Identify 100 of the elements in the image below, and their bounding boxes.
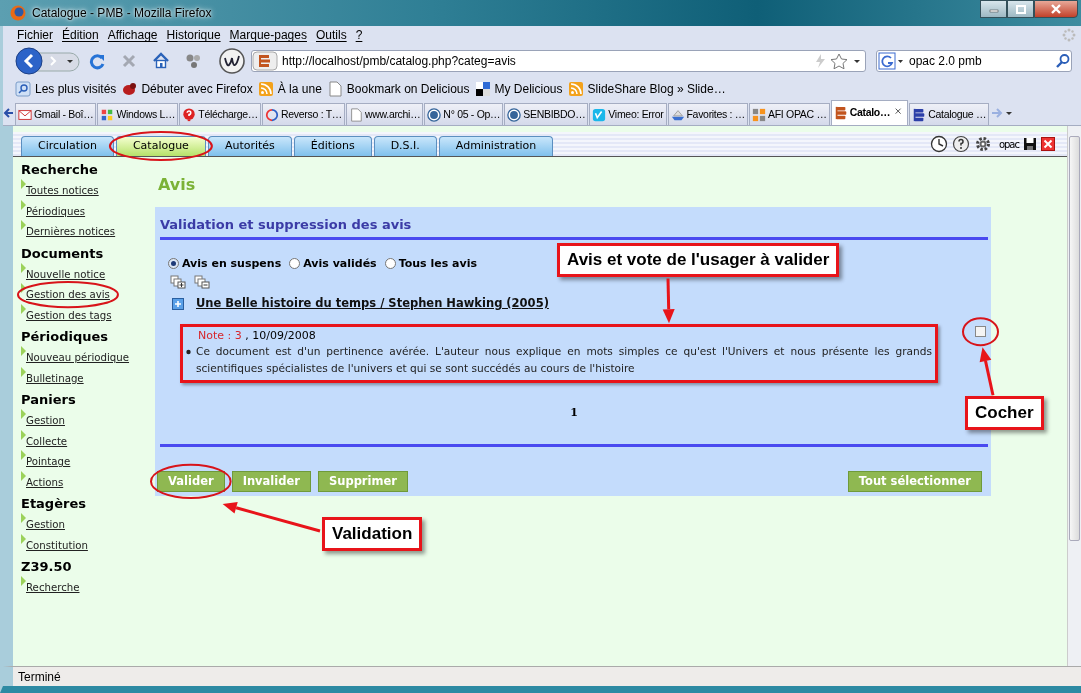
- circle-logo-icon: [427, 107, 442, 122]
- search-field[interactable]: opac 2.0 pmb: [905, 54, 1055, 68]
- browser-tab[interactable]: Catalo…: [830, 100, 909, 125]
- sidebar-link[interactable]: Gestion des tags: [26, 307, 112, 323]
- checkbox[interactable]: [975, 326, 986, 338]
- sidebar-link[interactable]: Nouvelle notice: [26, 266, 106, 282]
- app-tab[interactable]: D.S.I.: [373, 136, 437, 156]
- opac-logo[interactable]: opac: [998, 136, 1019, 152]
- browser-tab[interactable]: Reverso : T…: [262, 103, 345, 125]
- sidebar-link[interactable]: Collecte: [26, 433, 68, 449]
- radio-option[interactable]: Avis validés: [289, 255, 377, 272]
- app-tab[interactable]: Éditions: [293, 136, 372, 156]
- sidebar-link[interactable]: Gestion: [26, 517, 65, 533]
- browser-tab[interactable]: N° 05 - Op…: [424, 103, 504, 125]
- bookmark-item[interactable]: Les plus visités: [15, 80, 117, 98]
- bookmark-item[interactable]: SlideShare Blog » Slide…: [567, 80, 726, 98]
- page-icon: [326, 81, 343, 97]
- browser-tab[interactable]: Gmail - Boî…: [15, 103, 97, 125]
- browser-tab[interactable]: Vimeo: Error: [589, 103, 667, 125]
- triangle-icon: [21, 429, 26, 440]
- squares-icon: [474, 81, 491, 97]
- browser-tab[interactable]: www.archi…: [346, 103, 424, 125]
- address-field[interactable]: http://localhost/pmb/catalog.php?categ=avis: [278, 54, 813, 68]
- address-bar[interactable]: http://localhost/pmb/catalog.php?categ=avis: [251, 50, 866, 72]
- round-logo-icon[interactable]: [219, 48, 245, 74]
- menu-item[interactable]: Édition: [62, 26, 99, 44]
- panel-title: Validation et suppression des avis: [160, 216, 413, 234]
- home-icon[interactable]: [152, 52, 170, 70]
- radio-option[interactable]: Tous les avis: [384, 255, 477, 272]
- sidebar-link[interactable]: Gestion: [26, 413, 65, 429]
- triangle-icon: [21, 576, 26, 586]
- save-icon[interactable]: [1023, 137, 1037, 151]
- browser-tab[interactable]: Télécharge…: [179, 103, 261, 125]
- bookmark-item[interactable]: Bookmark on Delicious: [326, 80, 470, 98]
- clock-icon[interactable]: [929, 135, 948, 153]
- sidebar-link[interactable]: Actions: [26, 474, 64, 490]
- radio-option[interactable]: Avis en suspens: [168, 255, 282, 272]
- browser-tab[interactable]: SENBIBDO…: [504, 103, 589, 125]
- sidebar-link[interactable]: Périodiques: [26, 203, 86, 219]
- triangle-icon: [21, 513, 26, 523]
- browser-tab[interactable]: Catalogue …: [909, 103, 990, 125]
- minimize-button[interactable]: [980, 0, 1007, 18]
- magnifier-icon: [15, 81, 31, 97]
- maximize-icon: [1015, 4, 1026, 14]
- firefox-logo-icon: [10, 5, 26, 21]
- menu-item[interactable]: Historique: [166, 26, 221, 44]
- search-icon[interactable]: [1055, 53, 1071, 69]
- sidebar-link[interactable]: Dernières notices: [26, 224, 116, 240]
- nodes-icon[interactable]: [184, 52, 202, 70]
- sidebar-link[interactable]: Constitution: [26, 537, 88, 553]
- search-engine-icon[interactable]: [877, 51, 905, 71]
- close-button[interactable]: [1034, 0, 1078, 18]
- envelope-icon: [18, 107, 32, 122]
- app-tab[interactable]: Catalogue: [115, 136, 206, 156]
- bookmark-item[interactable]: Débuter avec Firefox: [121, 80, 253, 98]
- site-bars-icon: [252, 51, 278, 71]
- sidebar-link[interactable]: Gestion des avis: [26, 287, 110, 303]
- back-forward-buttons-drawing[interactable]: [15, 46, 81, 76]
- close-icon[interactable]: [1041, 137, 1055, 151]
- callout-label: Validation: [322, 517, 423, 551]
- expand-all-icon[interactable]: [170, 275, 186, 289]
- menu-item[interactable]: Affichage: [107, 26, 158, 44]
- sidebar-link[interactable]: Recherche: [26, 580, 80, 596]
- app-tab[interactable]: Circulation: [21, 136, 114, 156]
- browser-tab[interactable]: Windows L…: [97, 103, 179, 125]
- bookmark-item[interactable]: My Delicious: [474, 80, 563, 98]
- help-icon[interactable]: [951, 135, 970, 153]
- rss-icon: [257, 81, 274, 97]
- page-title: Avis: [158, 174, 197, 196]
- menu-item[interactable]: Fichier: [17, 26, 53, 44]
- close-icon: [1051, 4, 1061, 14]
- bookmark-star-icon[interactable]: [813, 53, 849, 69]
- sidebar-link[interactable]: Bulletinage: [26, 370, 84, 386]
- sidebar-link[interactable]: Pointage: [26, 454, 71, 470]
- search-bar[interactable]: opac 2.0 pmb: [876, 50, 1072, 72]
- scrollbar-thumb[interactable]: [1069, 136, 1080, 541]
- scrollbar-track[interactable]: [1067, 126, 1081, 666]
- expand-icon[interactable]: [172, 297, 184, 310]
- record-title[interactable]: Une Belle histoire du temps / Stephen Hawking (2005): [196, 295, 549, 313]
- collapse-all-icon[interactable]: [194, 275, 210, 289]
- bookmark-item[interactable]: À la une: [257, 80, 322, 98]
- menu-item[interactable]: Marque-pages: [229, 26, 307, 44]
- page-icon: [349, 107, 363, 122]
- triangle-icon: [21, 283, 26, 293]
- maximize-button[interactable]: [1007, 0, 1034, 18]
- sidebar-link[interactable]: Toutes notices: [26, 183, 99, 199]
- grid-icon: [752, 107, 767, 122]
- browser-tab[interactable]: Favorites : …: [667, 103, 749, 125]
- spinner-icon: [1062, 28, 1076, 42]
- menu-item[interactable]: ?: [355, 26, 363, 44]
- page-number[interactable]: 1: [570, 406, 578, 420]
- app-tab[interactable]: Autorités: [207, 136, 292, 156]
- app-tab[interactable]: Administration: [438, 136, 554, 156]
- menu-item[interactable]: Outils: [315, 26, 347, 44]
- triangle-icon: [21, 262, 26, 273]
- sidebar-link[interactable]: Nouveau périodique: [26, 350, 130, 366]
- section-heading: Z39.50: [21, 558, 73, 576]
- browser-tab[interactable]: AFI OPAC …: [749, 103, 830, 125]
- reload-icon[interactable]: [88, 52, 106, 70]
- settings-icon[interactable]: [973, 135, 992, 153]
